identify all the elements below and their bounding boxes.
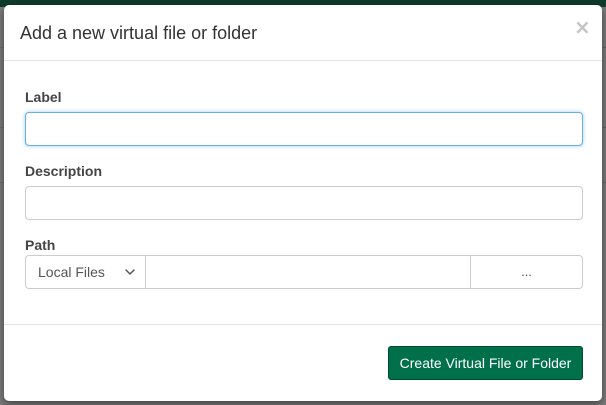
modal-body: Label Description Path Local Files ... — [4, 61, 602, 324]
path-input[interactable] — [145, 255, 471, 289]
modal-title: Add a new virtual file or folder — [20, 23, 258, 43]
path-input-group: Local Files ... — [25, 255, 583, 289]
create-virtual-file-button[interactable]: Create Virtual File or Folder — [388, 346, 583, 380]
close-icon[interactable]: × — [574, 17, 591, 37]
browse-button[interactable]: ... — [470, 255, 583, 289]
description-input[interactable] — [25, 186, 583, 220]
label-field-label: Label — [25, 89, 62, 105]
label-input[interactable] — [25, 112, 583, 146]
description-field-label: Description — [25, 163, 103, 179]
path-field-label: Path — [25, 237, 56, 253]
modal-header: Add a new virtual file or folder × — [4, 5, 602, 61]
path-source-select[interactable]: Local Files — [25, 255, 146, 289]
path-source-selected-value: Local Files — [38, 264, 105, 280]
modal-footer: Create Virtual File or Folder — [4, 324, 602, 401]
add-virtual-file-modal: Add a new virtual file or folder × Label… — [4, 5, 602, 401]
chevron-down-icon — [125, 269, 135, 275]
